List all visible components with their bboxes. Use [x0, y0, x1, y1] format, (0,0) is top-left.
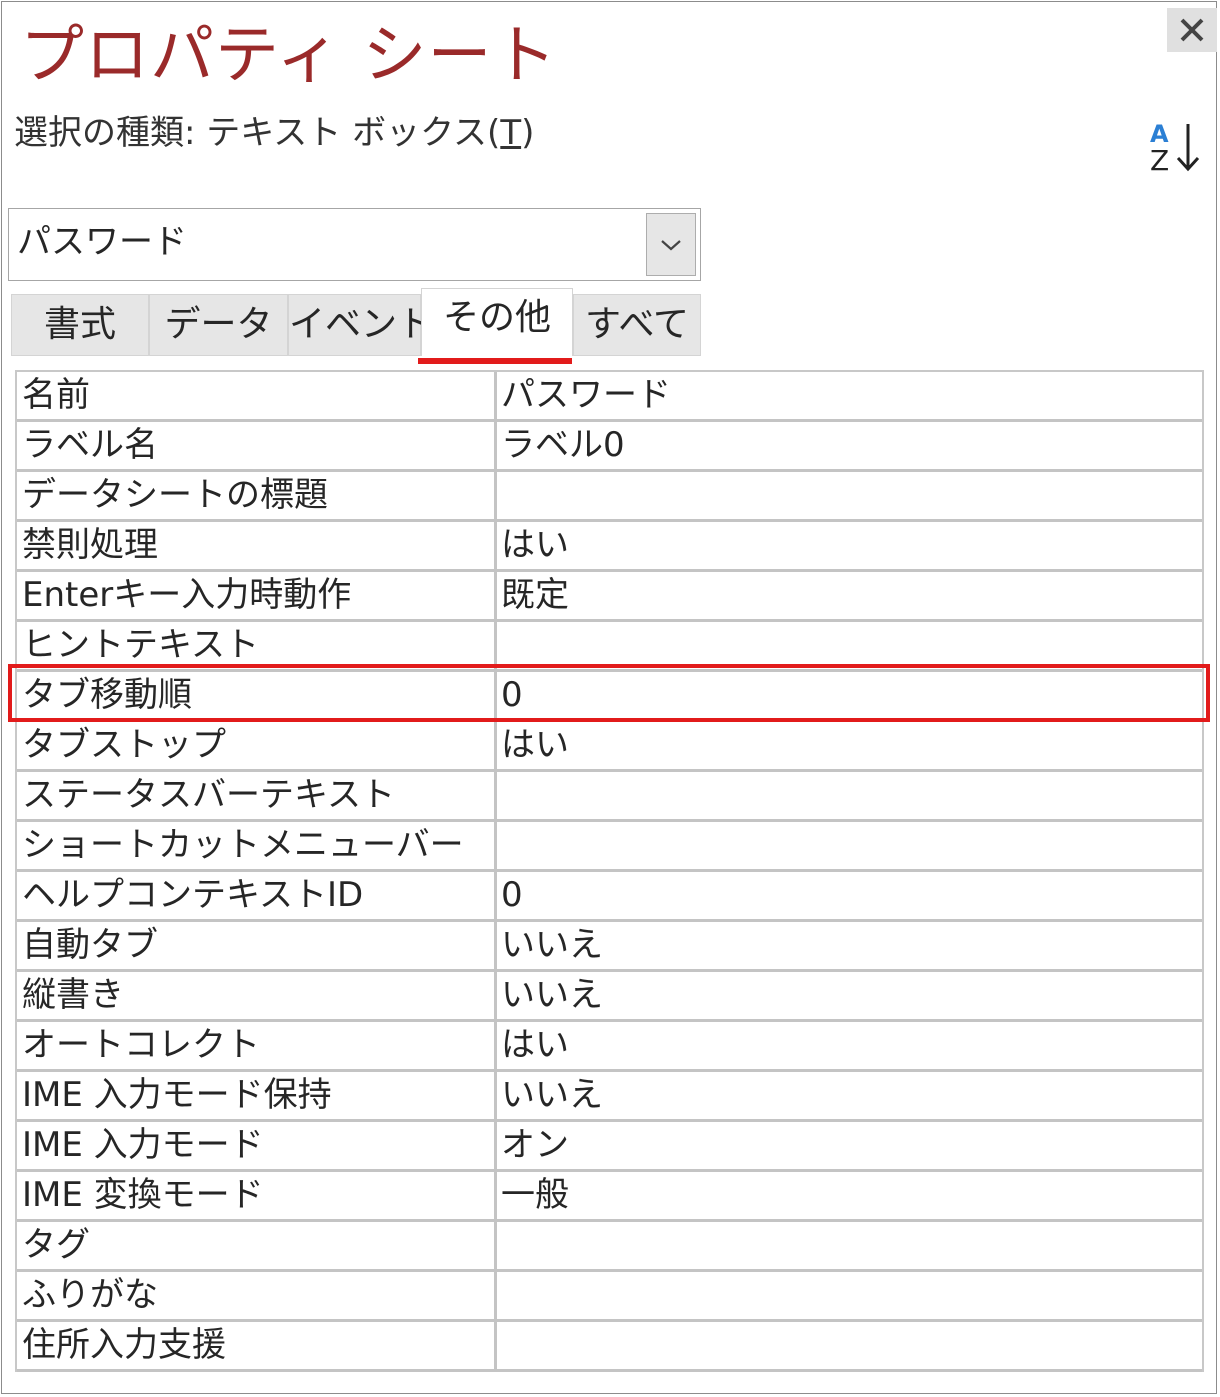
- property-value[interactable]: いいえ: [497, 922, 1202, 969]
- tab-data[interactable]: データ: [149, 294, 288, 356]
- property-name: タブストップ: [17, 722, 497, 769]
- property-value[interactable]: [497, 1222, 1202, 1269]
- property-value[interactable]: [497, 822, 1202, 869]
- property-name: ステータスバーテキスト: [17, 772, 497, 819]
- property-value[interactable]: はい: [497, 1022, 1202, 1069]
- property-value[interactable]: 0: [497, 672, 1202, 719]
- tab-other[interactable]: その他: [421, 288, 573, 356]
- tab-event[interactable]: イベント: [288, 294, 433, 356]
- property-name: 住所入力支援: [17, 1322, 497, 1369]
- selection-type-label: 選択の種類:: [14, 113, 196, 153]
- property-value[interactable]: 0: [497, 872, 1202, 919]
- property-name: タグ: [17, 1222, 497, 1269]
- property-name: タブ移動順: [17, 672, 497, 719]
- property-name: ショートカットメニューバー: [17, 822, 497, 869]
- property-row[interactable]: IME 入力モード保持 いいえ: [17, 1072, 1202, 1122]
- property-row[interactable]: Enterキー入力時動作 既定: [17, 572, 1202, 622]
- property-sheet-window: プロパティ シート 選択の種類: テキスト ボックス(T) A Z パスワード …: [1, 1, 1217, 1394]
- chevron-down-icon: [661, 239, 681, 250]
- property-row[interactable]: 名前 パスワード: [17, 372, 1202, 422]
- property-name: IME 変換モード: [17, 1172, 497, 1219]
- property-value[interactable]: いいえ: [497, 1072, 1202, 1119]
- property-row[interactable]: IME 変換モード 一般: [17, 1172, 1202, 1222]
- property-name: Enterキー入力時動作: [17, 572, 497, 619]
- window-title: プロパティ シート: [20, 19, 558, 93]
- svg-text:Z: Z: [1150, 144, 1169, 177]
- property-name: データシートの標題: [17, 472, 497, 519]
- property-row[interactable]: ラベル名 ラベル0: [17, 422, 1202, 472]
- property-row[interactable]: 自動タブ いいえ: [17, 922, 1202, 972]
- property-name: IME 入力モード: [17, 1122, 497, 1169]
- property-value[interactable]: はい: [497, 722, 1202, 769]
- property-row[interactable]: タブ移動順 0: [17, 672, 1202, 722]
- property-row[interactable]: データシートの標題: [17, 472, 1202, 522]
- property-value[interactable]: [497, 772, 1202, 819]
- property-row[interactable]: 縦書き いいえ: [17, 972, 1202, 1022]
- property-value[interactable]: いいえ: [497, 972, 1202, 1019]
- property-value[interactable]: [497, 472, 1202, 519]
- property-grid: 名前 パスワード ラベル名 ラベル0 データシートの標題 禁則処理 はい Enterキ…: [15, 370, 1204, 1372]
- property-name: オートコレクト: [17, 1022, 497, 1069]
- selection-type: 選択の種類: テキスト ボックス(T): [14, 108, 534, 158]
- property-row[interactable]: ステータスバーテキスト: [17, 772, 1202, 822]
- sort-button[interactable]: A Z: [1146, 118, 1206, 178]
- property-name: ふりがな: [17, 1272, 497, 1319]
- property-row[interactable]: ふりがな: [17, 1272, 1202, 1322]
- property-row[interactable]: タグ: [17, 1222, 1202, 1272]
- tab-format[interactable]: 書式: [11, 294, 149, 356]
- property-name: 自動タブ: [17, 922, 497, 969]
- property-row[interactable]: ショートカットメニューバー: [17, 822, 1202, 872]
- property-name: ラベル名: [17, 422, 497, 469]
- property-name: ヒントテキスト: [17, 622, 497, 669]
- property-value[interactable]: [497, 622, 1202, 669]
- selection-type-suffix: ): [521, 113, 535, 153]
- property-name: 禁則処理: [17, 522, 497, 569]
- property-row[interactable]: ヘルプコンテキストID 0: [17, 872, 1202, 922]
- property-row[interactable]: オートコレクト はい: [17, 1022, 1202, 1072]
- property-value[interactable]: [497, 1322, 1202, 1369]
- property-value[interactable]: [497, 1272, 1202, 1319]
- property-value[interactable]: オン: [497, 1122, 1202, 1169]
- close-button[interactable]: [1167, 8, 1217, 52]
- property-tabs: 書式 データ イベント その他 すべて: [11, 288, 701, 358]
- sort-az-icon: A Z: [1150, 120, 1200, 177]
- property-value[interactable]: ラベル0: [497, 422, 1202, 469]
- property-value[interactable]: はい: [497, 522, 1202, 569]
- property-row[interactable]: タブストップ はい: [17, 722, 1202, 772]
- property-row[interactable]: 禁則処理 はい: [17, 522, 1202, 572]
- property-name: 名前: [17, 372, 497, 419]
- property-name: 縦書き: [17, 972, 497, 1019]
- object-selector-dropdown-button[interactable]: [646, 213, 696, 276]
- tab-all[interactable]: すべて: [573, 294, 701, 356]
- property-value[interactable]: 一般: [497, 1172, 1202, 1219]
- property-row[interactable]: 住所入力支援: [17, 1322, 1202, 1372]
- property-row[interactable]: ヒントテキスト: [17, 622, 1202, 672]
- property-row[interactable]: IME 入力モード オン: [17, 1122, 1202, 1172]
- object-selector[interactable]: パスワード: [8, 208, 701, 281]
- selection-type-accesskey: T: [500, 113, 522, 153]
- close-icon: [1180, 18, 1204, 42]
- property-value[interactable]: パスワード: [497, 372, 1202, 419]
- property-name: ヘルプコンテキストID: [17, 872, 497, 919]
- property-name: IME 入力モード保持: [17, 1072, 497, 1119]
- active-tab-underline: [418, 358, 572, 364]
- selection-type-prefix: テキスト ボックス(: [195, 113, 501, 153]
- property-value[interactable]: 既定: [497, 572, 1202, 619]
- object-selector-value: パスワード: [17, 222, 187, 262]
